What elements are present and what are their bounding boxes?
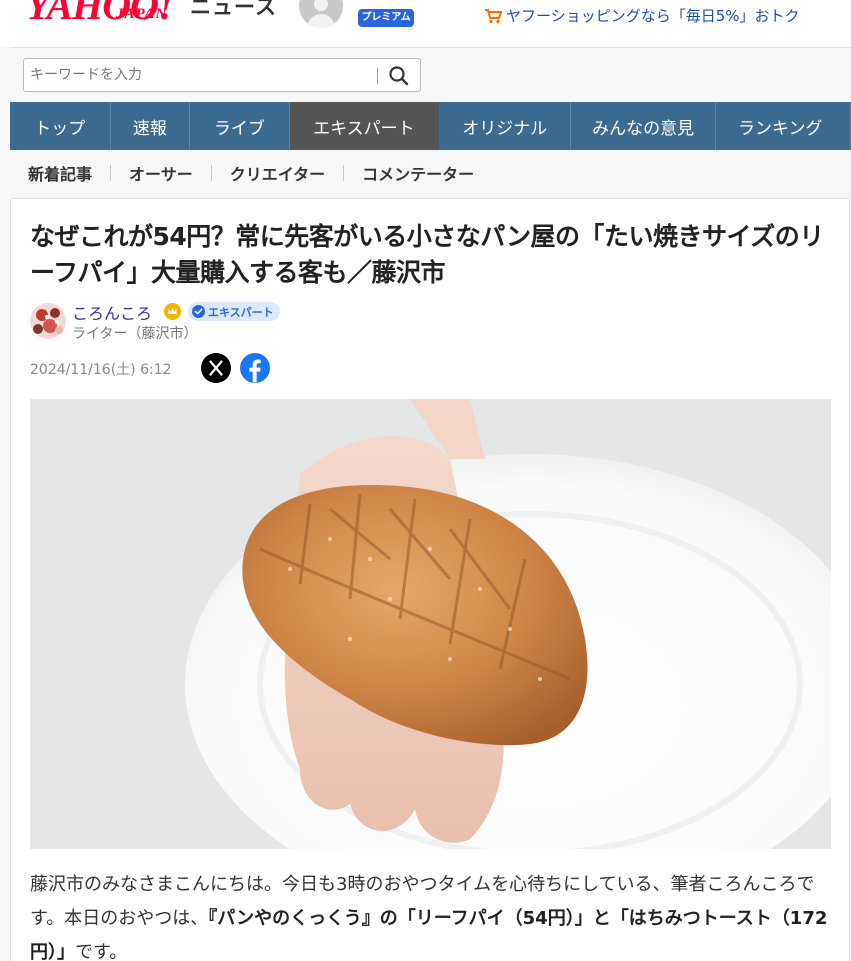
tab-ranking[interactable]: ランキング	[716, 102, 851, 150]
verified-check-icon	[192, 305, 205, 318]
author-avatar[interactable]	[30, 303, 66, 339]
search-bar	[10, 47, 851, 102]
author-role: ライター（藤沢市）	[72, 326, 198, 342]
logo-sub: JAPAN	[116, 6, 168, 22]
facebook-icon	[249, 359, 261, 383]
crown-icon	[164, 303, 181, 320]
tab-top[interactable]: トップ	[10, 102, 111, 150]
author-avatar-image	[30, 303, 66, 339]
tab-original[interactable]: オリジナル	[439, 102, 572, 150]
tab-live[interactable]: ライブ	[190, 102, 290, 150]
article-title: なぜこれが54円？常に先客がいる小さなパン屋の「たい焼きサイズのリーフパイ」大量…	[30, 222, 824, 287]
article-hero-image	[30, 399, 831, 849]
search-divider	[377, 68, 378, 84]
tab-breaking[interactable]: 速報	[111, 102, 191, 150]
article-body-paragraph: 藤沢市のみなさまこんにちは。今日も3時のおやつタイムを心待ちにしている、筆者ころ…	[30, 868, 835, 961]
x-icon	[209, 360, 223, 376]
shopping-promo-link[interactable]: ヤフーショッピングなら「毎日5%」おトク	[484, 5, 800, 26]
user-avatar-icon[interactable]	[299, 0, 343, 28]
tab-expert[interactable]: エキスパート	[289, 102, 440, 150]
subnav-authors[interactable]: オーサー	[111, 161, 211, 185]
cart-icon	[485, 8, 502, 23]
yahoo-japan-logo[interactable]: YAHOO! JAPAN	[26, 0, 186, 30]
site-header: YAHOO! JAPAN ニュース プレミアム ヤフーショッピングなら「毎日5%…	[0, 0, 851, 47]
main-nav: トップ 速報 ライブ エキスパート オリジナル みんなの意見 ランキング	[10, 102, 851, 150]
article-card: なぜこれが54円？常に先客がいる小さなパン屋の「たい焼きサイズのリーフパイ」大量…	[10, 198, 850, 961]
shopping-promo-text: ヤフーショッピングなら「毎日5%」おトク	[506, 7, 800, 25]
section-name[interactable]: ニュース	[190, 0, 277, 21]
search-input[interactable]	[30, 62, 370, 88]
sub-nav: 新着記事 オーサー クリエイター コメンテーター	[10, 150, 851, 196]
tab-opinions[interactable]: みんなの意見	[571, 102, 716, 150]
facebook-share-button[interactable]	[240, 353, 270, 383]
premium-badge[interactable]: プレミアム	[358, 9, 414, 27]
author-name[interactable]: ころんころ	[72, 300, 152, 324]
search-box	[23, 58, 421, 92]
leaf-pie-photo	[30, 399, 831, 849]
search-button[interactable]	[386, 63, 412, 89]
x-share-button[interactable]	[201, 353, 231, 383]
subnav-commentators[interactable]: コメンテーター	[344, 161, 492, 185]
subnav-creators[interactable]: クリエイター	[212, 161, 343, 185]
body-text-end: です。	[75, 942, 128, 961]
expert-badge-label: エキスパート	[208, 305, 274, 319]
search-icon	[389, 66, 409, 86]
subnav-new-articles[interactable]: 新着記事	[10, 161, 110, 185]
publish-date: 2024/11/16(土) 6:12	[30, 362, 172, 378]
expert-badge: エキスパート	[188, 302, 280, 321]
